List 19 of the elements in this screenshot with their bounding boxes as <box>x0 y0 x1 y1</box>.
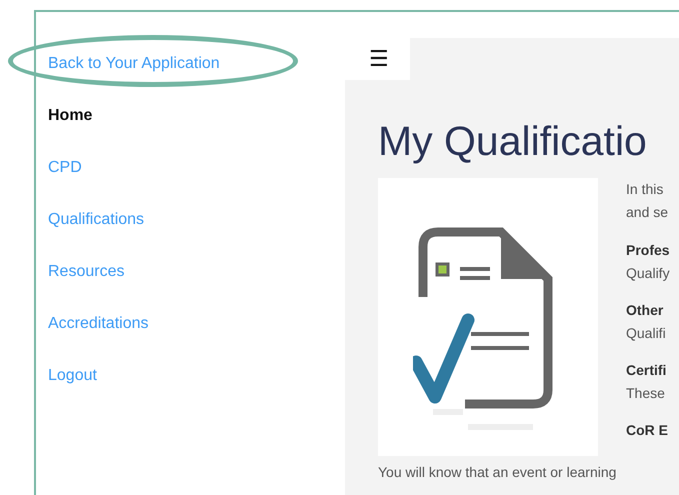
sidebar-link[interactable]: Qualifications <box>48 210 144 229</box>
page-title: My Qualificatio <box>378 118 648 164</box>
sidebar-link[interactable]: Back to Your Application <box>48 54 220 73</box>
document-check-icon <box>378 178 598 456</box>
section-text: Qualify <box>626 264 670 283</box>
sidebar-link[interactable]: Home <box>48 106 92 125</box>
section-heading: Certifi <box>626 361 668 380</box>
sidebar-link[interactable]: Resources <box>48 262 124 281</box>
section-heading: CoR E <box>626 421 669 440</box>
section-heading: Other <box>626 301 664 320</box>
section-text: These <box>626 384 666 403</box>
section-text: Qualifi <box>626 324 667 343</box>
sidebar-link[interactable]: Accreditations <box>48 314 148 333</box>
sidebar-link[interactable]: Logout <box>48 366 97 385</box>
body-text: You will know that an event or learning <box>378 464 618 480</box>
intro-text: In this <box>626 180 664 199</box>
intro-text: and se <box>626 203 670 222</box>
sidebar-link[interactable]: CPD <box>48 158 82 177</box>
section-heading: Profes <box>626 241 670 260</box>
